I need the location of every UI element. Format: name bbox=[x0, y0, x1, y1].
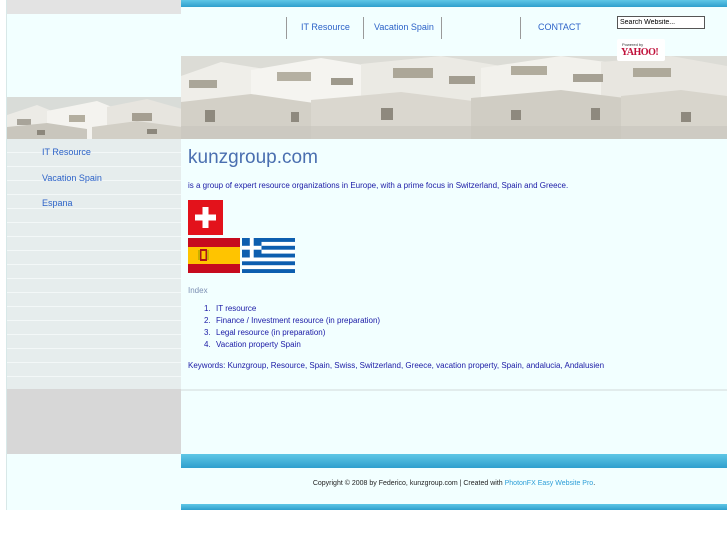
list-item: 3. Legal resource (in preparation) bbox=[188, 328, 380, 340]
spain-flag-icon bbox=[188, 238, 240, 273]
sidebar-nav: IT Resource Vacation Spain Espana bbox=[7, 139, 182, 389]
page-title: kunzgroup.com bbox=[188, 147, 318, 168]
left-banner-photo bbox=[7, 97, 182, 139]
copyright-end: . bbox=[593, 480, 596, 487]
yahoo-logo: YAHOO! bbox=[621, 47, 659, 58]
list-number: 4. bbox=[204, 340, 211, 349]
content-bottom-band bbox=[181, 389, 727, 454]
list-item: 2. Finance / Investment resource (in prep… bbox=[188, 316, 380, 328]
list-number: 1. bbox=[204, 304, 211, 313]
sidebar-item-it-resource[interactable]: IT Resource bbox=[42, 147, 91, 157]
search-input[interactable] bbox=[617, 16, 705, 29]
greece-flag-icon bbox=[242, 238, 295, 273]
footer-top-stripe bbox=[181, 454, 727, 468]
left-top-bar bbox=[7, 0, 182, 14]
nav-separator bbox=[520, 17, 521, 39]
nav-link-contact[interactable]: CONTACT bbox=[538, 22, 581, 32]
intro-text: is a group of expert resource organizati… bbox=[188, 181, 569, 190]
keywords-text: Keywords: Kunzgroup, Resource, Spain, Sw… bbox=[188, 361, 605, 370]
sidebar-item-vacation-spain[interactable]: Vacation Spain bbox=[42, 173, 102, 183]
top-stripe bbox=[181, 0, 727, 7]
nav-separator bbox=[441, 17, 442, 39]
footer: Copyright © 2008 by Federico, kunzgroup.… bbox=[181, 468, 727, 504]
index-link-it-resource[interactable]: IT resource bbox=[216, 304, 256, 313]
right-column: IT Resource Vacation Spain CONTACT Searc… bbox=[181, 0, 727, 510]
list-number: 2. bbox=[204, 316, 211, 325]
index-label: Index bbox=[188, 286, 208, 295]
switzerland-flag-icon bbox=[188, 200, 223, 235]
list-number: 3. bbox=[204, 328, 211, 337]
list-item: 1. IT resource bbox=[188, 304, 380, 316]
index-link-finance[interactable]: Finance / Investment resource (in prepar… bbox=[216, 316, 380, 325]
footer-copyright: Copyright © 2008 by Federico, kunzgroup.… bbox=[181, 480, 727, 487]
page: IT Resource Vacation Spain Espana IT Res… bbox=[0, 0, 727, 510]
copyright-text: Copyright © 2008 by Federico, kunzgroup.… bbox=[312, 480, 505, 487]
index-link-vacation-property[interactable]: Vacation property Spain bbox=[216, 340, 301, 349]
sidebar-item-espana[interactable]: Espana bbox=[42, 198, 73, 208]
nav-separator bbox=[363, 17, 364, 39]
index-link-legal[interactable]: Legal resource (in preparation) bbox=[216, 328, 325, 337]
left-column: IT Resource Vacation Spain Espana bbox=[6, 0, 182, 510]
list-item: 4. Vacation property Spain bbox=[188, 340, 380, 352]
header-banner-photo bbox=[181, 56, 727, 139]
left-gray-panel bbox=[7, 389, 182, 454]
yahoo-badge[interactable]: Powered by YAHOO! bbox=[617, 39, 665, 61]
nav-link-vacation-spain[interactable]: Vacation Spain bbox=[374, 22, 434, 32]
footer-link-photonfx[interactable]: PhotonFX Easy Website Pro bbox=[505, 480, 594, 487]
index-list: 1. IT resource 2. Finance / Investment res… bbox=[188, 304, 380, 352]
nav-link-it-resource[interactable]: IT Resource bbox=[301, 22, 350, 32]
main-content: kunzgroup.com is a group of expert resou… bbox=[181, 139, 727, 389]
footer-bottom-stripe bbox=[181, 504, 727, 510]
nav-separator bbox=[286, 17, 287, 39]
